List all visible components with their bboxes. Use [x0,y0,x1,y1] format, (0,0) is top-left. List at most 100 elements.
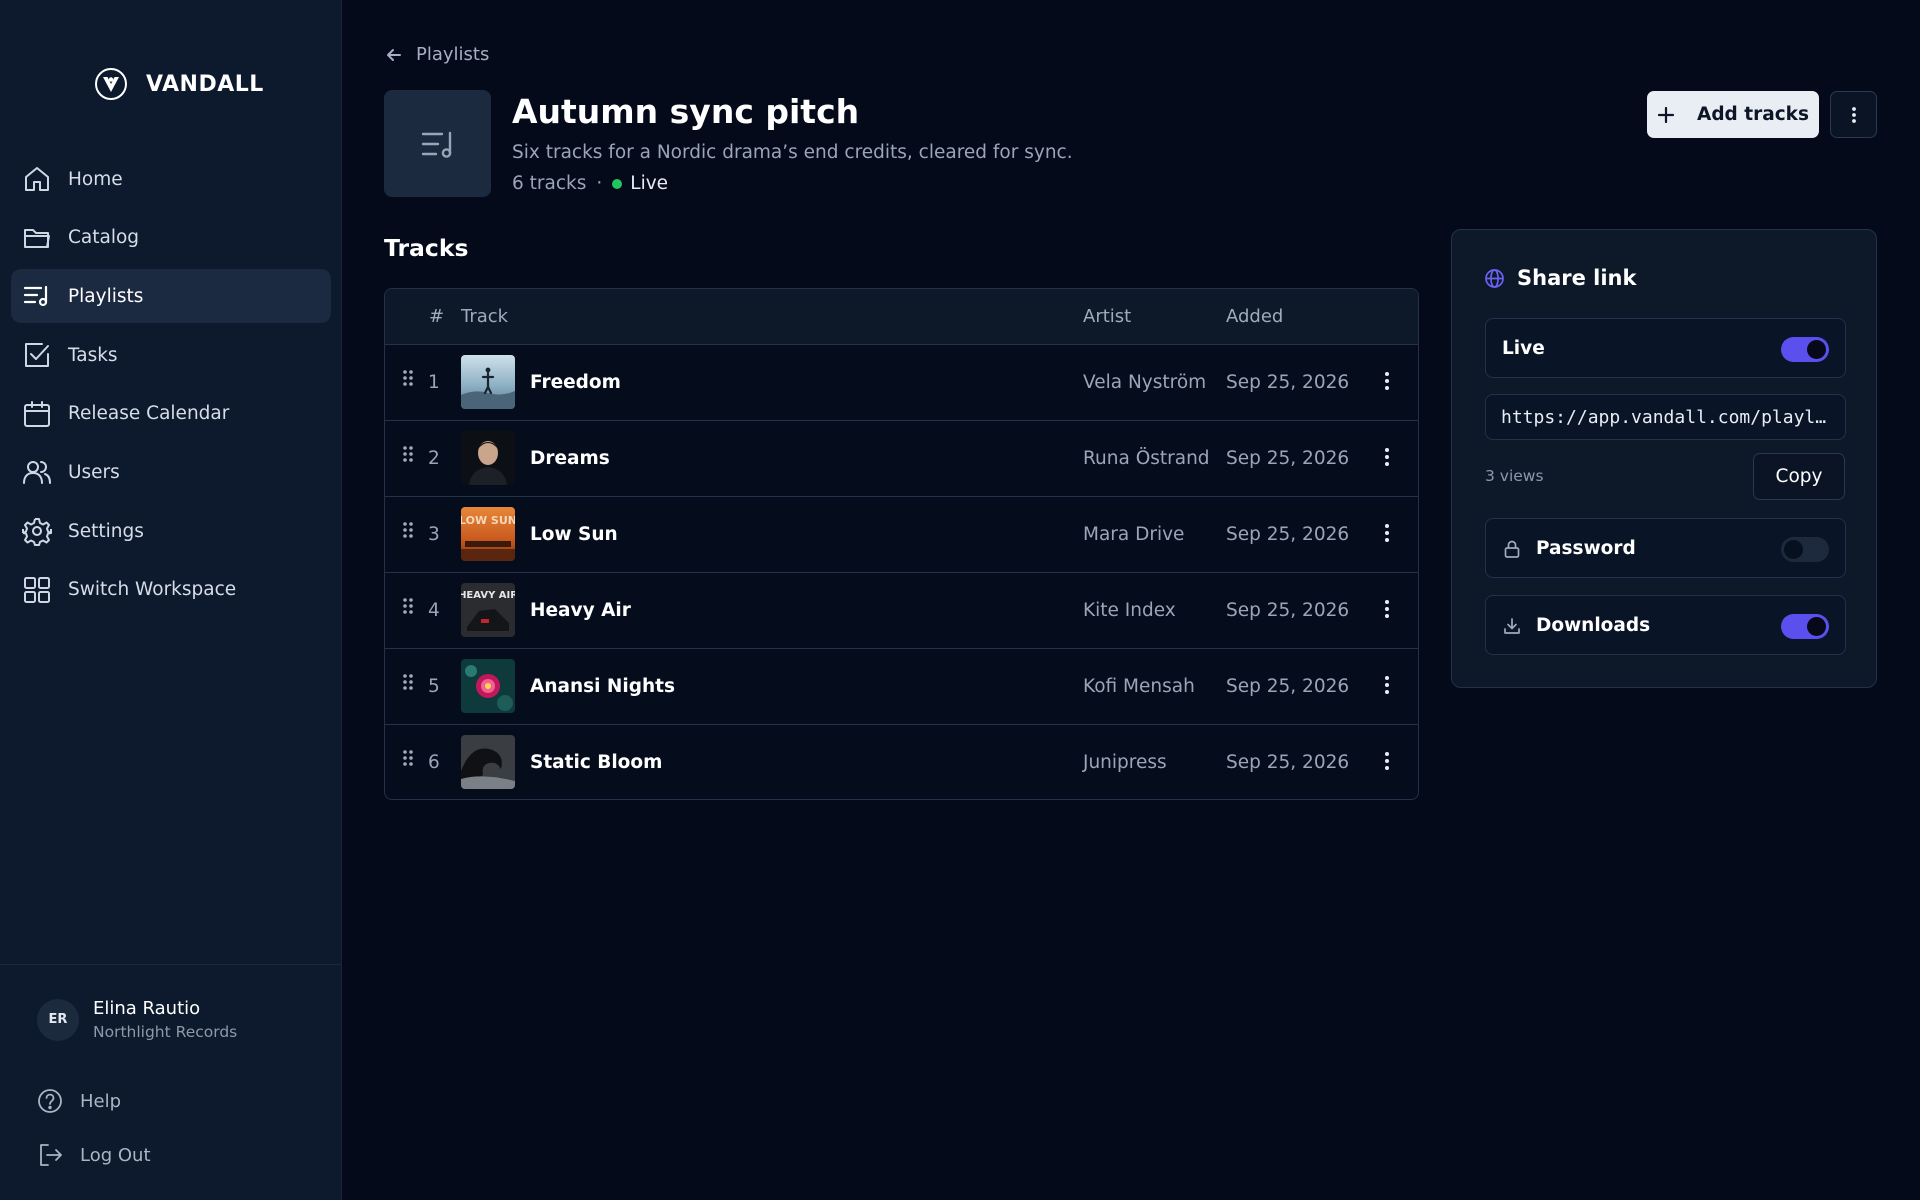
nav-item-tasks[interactable]: Tasks [11,328,331,382]
track-artist: Kite Index [1083,600,1176,621]
logout-label: Log Out [80,1144,151,1166]
downloads-label: Downloads [1536,615,1651,636]
table-row[interactable]: 4 HEAVY AIR Heavy Air Kite Index Sep 25,… [385,573,1418,649]
nav-item-label: Home [68,168,123,190]
table-row[interactable]: 1 Freedom Vela Nyström Sep 25, 2026 [385,345,1418,421]
password-option-label: Password [1502,538,1636,559]
track-name[interactable]: Freedom [530,372,621,393]
password-label: Password [1536,538,1636,559]
vandall-logo-icon [95,68,127,100]
status-badge: Live [630,173,669,194]
live-toggle[interactable] [1781,337,1829,362]
drag-handle-icon[interactable] [400,597,416,617]
more-vertical-icon[interactable] [1375,445,1399,469]
more-vertical-icon[interactable] [1375,749,1399,773]
track-name[interactable]: Static Bloom [530,752,662,773]
track-added-date: Sep 25, 2026 [1226,752,1350,773]
nav-item-label: Users [68,461,120,483]
live-label: Live [1502,338,1545,359]
help-label: Help [80,1090,122,1112]
copy-button[interactable]: Copy [1753,453,1845,500]
password-toggle[interactable] [1781,537,1829,562]
tracks-table: # Track Artist Added 1 Freedom Vela Nyst… [384,288,1419,800]
track-number: 5 [428,676,440,697]
nav-item-label: Catalog [68,227,140,249]
column-header-artist[interactable]: Artist [1083,306,1131,327]
table-row[interactable]: 2 Dreams Runa Östrand Sep 25, 2026 [385,421,1418,497]
nav-item-playlists[interactable]: Playlists [11,269,331,324]
column-header-number[interactable]: # [429,306,444,327]
logout-icon [40,1144,62,1166]
folder-icon [24,228,50,248]
track-added-date: Sep 25, 2026 [1226,676,1350,697]
track-artwork [461,735,515,789]
view-count: 3 views [1485,467,1544,485]
track-name[interactable]: Heavy Air [530,600,631,621]
brand[interactable]: VANDALL [94,66,264,102]
more-vertical-icon[interactable] [1375,673,1399,697]
help-link[interactable]: Help [36,1087,121,1115]
track-name[interactable]: Dreams [530,448,610,469]
artwork-text: HEAVY AIR [461,590,515,601]
playlist-meta: 6 tracks · Live [512,173,668,194]
grid-icon [24,576,50,603]
back-to-playlists[interactable]: Playlists [384,44,489,65]
track-artwork [461,659,515,713]
track-name[interactable]: Low Sun [530,524,618,545]
main-nav: Home Catalog Playlists Tasks Release Cal… [11,152,331,622]
track-number: 1 [428,372,440,393]
artwork-image [461,355,515,409]
add-tracks-label: Add tracks [1697,104,1809,125]
nav-item-settings[interactable]: Settings [11,504,331,558]
table-header: # Track Artist Added [385,289,1418,345]
track-added-date: Sep 25, 2026 [1226,448,1350,469]
drag-handle-icon[interactable] [400,445,416,465]
drag-handle-icon[interactable] [400,673,416,693]
share-link-header: Share link [1484,266,1636,290]
globe-icon [1485,268,1504,288]
plus-icon [1657,106,1675,123]
track-name[interactable]: Anansi Nights [530,676,675,697]
add-tracks-button[interactable]: Add tracks [1647,91,1819,138]
column-header-added[interactable]: Added [1226,306,1283,327]
more-vertical-icon[interactable] [1375,369,1399,393]
track-number: 4 [428,600,440,621]
nav-item-users[interactable]: Users [11,445,331,499]
share-link-title: Share link [1517,266,1637,290]
track-artist: Junipress [1083,752,1167,773]
track-number: 2 [428,448,440,469]
track-artwork: HEAVY AIR [461,583,515,637]
gear-icon [22,518,52,547]
track-artwork [461,355,515,409]
more-vertical-icon[interactable] [1375,597,1399,621]
playlist-more-button[interactable] [1830,91,1877,138]
sidebar: VANDALL Home Catalog Playlists Tasks Rel… [0,0,342,1200]
track-artwork: LOW SUN [461,507,515,561]
share-url-field[interactable]: https://app.vandall.com/playlists/autumn… [1485,394,1846,440]
track-added-date: Sep 25, 2026 [1226,600,1350,621]
logout-link[interactable]: Log Out [36,1141,151,1169]
nav-item-label: Playlists [68,285,144,307]
artwork-image: HEAVY AIR [461,583,515,637]
table-row[interactable]: 3 LOW SUN Low Sun Mara Drive Sep 25, 202… [385,497,1418,573]
downloads-toggle[interactable] [1781,614,1829,639]
table-row[interactable]: 6 Static Bloom Junipress Sep 25, 2026 [385,725,1418,799]
table-row[interactable]: 5 Anansi Nights Kofi Mensah Sep 25, 2026 [385,649,1418,725]
user-profile[interactable]: ER Elina Rautio Northlight Records [37,998,237,1041]
more-vertical-icon[interactable] [1375,521,1399,545]
nav-item-home[interactable]: Home [11,152,331,206]
nav-item-switch-workspace[interactable]: Switch Workspace [11,563,331,617]
users-icon [23,461,51,485]
track-count: 6 tracks [512,173,587,194]
drag-handle-icon[interactable] [400,749,416,769]
drag-handle-icon[interactable] [400,521,416,541]
nav-item-release-calendar[interactable]: Release Calendar [11,387,331,441]
artwork-image [461,659,515,713]
track-artist: Mara Drive [1083,524,1185,545]
back-label: Playlists [416,44,490,65]
drag-handle-icon[interactable] [400,369,416,389]
nav-item-label: Release Calendar [68,403,230,425]
nav-item-catalog[interactable]: Catalog [11,211,331,265]
column-header-track[interactable]: Track [461,306,508,327]
lock-icon [1504,540,1520,558]
